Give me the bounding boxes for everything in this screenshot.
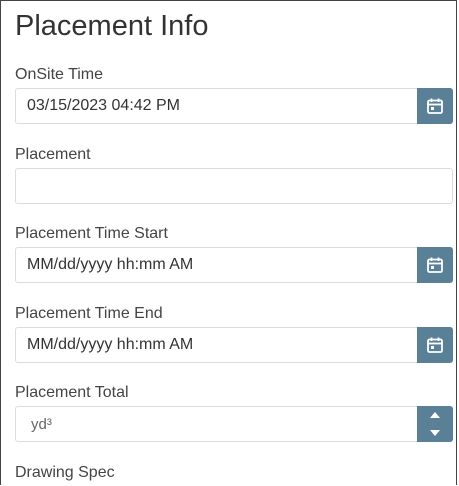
placement-time-start-field bbox=[15, 247, 453, 283]
placement-info-panel: Placement Info OnSite Time Placement Pla… bbox=[0, 0, 457, 485]
calendar-icon bbox=[427, 98, 443, 114]
placement-total-spinner bbox=[417, 406, 453, 442]
placement-time-end-input[interactable] bbox=[27, 335, 407, 355]
placement-label: Placement bbox=[15, 146, 91, 163]
onsite-time-field bbox=[15, 88, 453, 124]
placement-time-end-label: Placement Time End bbox=[15, 305, 163, 322]
spin-up-button[interactable] bbox=[417, 406, 453, 424]
page-title: Placement Info bbox=[15, 10, 209, 42]
onsite-time-calendar-button[interactable] bbox=[417, 88, 453, 124]
unit-label: yd³ bbox=[31, 416, 52, 433]
placement-time-start-input[interactable] bbox=[27, 255, 407, 275]
onsite-time-input[interactable] bbox=[27, 96, 407, 116]
placement-time-end-field bbox=[15, 327, 453, 363]
placement-time-end-calendar-button[interactable] bbox=[417, 327, 453, 363]
placement-time-start-label: Placement Time Start bbox=[15, 225, 168, 242]
placement-input[interactable] bbox=[27, 176, 407, 196]
placement-total-label: Placement Total bbox=[15, 384, 129, 401]
calendar-icon bbox=[427, 257, 443, 273]
placement-field bbox=[15, 168, 453, 204]
arrow-down-icon bbox=[430, 430, 440, 436]
arrow-up-icon bbox=[430, 412, 440, 418]
calendar-icon bbox=[427, 337, 443, 353]
placement-time-start-calendar-button[interactable] bbox=[417, 247, 453, 283]
onsite-time-label: OnSite Time bbox=[15, 66, 104, 83]
placement-total-field[interactable]: yd³ bbox=[15, 406, 453, 442]
drawing-spec-label: Drawing Spec bbox=[15, 464, 115, 481]
spin-down-button[interactable] bbox=[417, 424, 453, 442]
